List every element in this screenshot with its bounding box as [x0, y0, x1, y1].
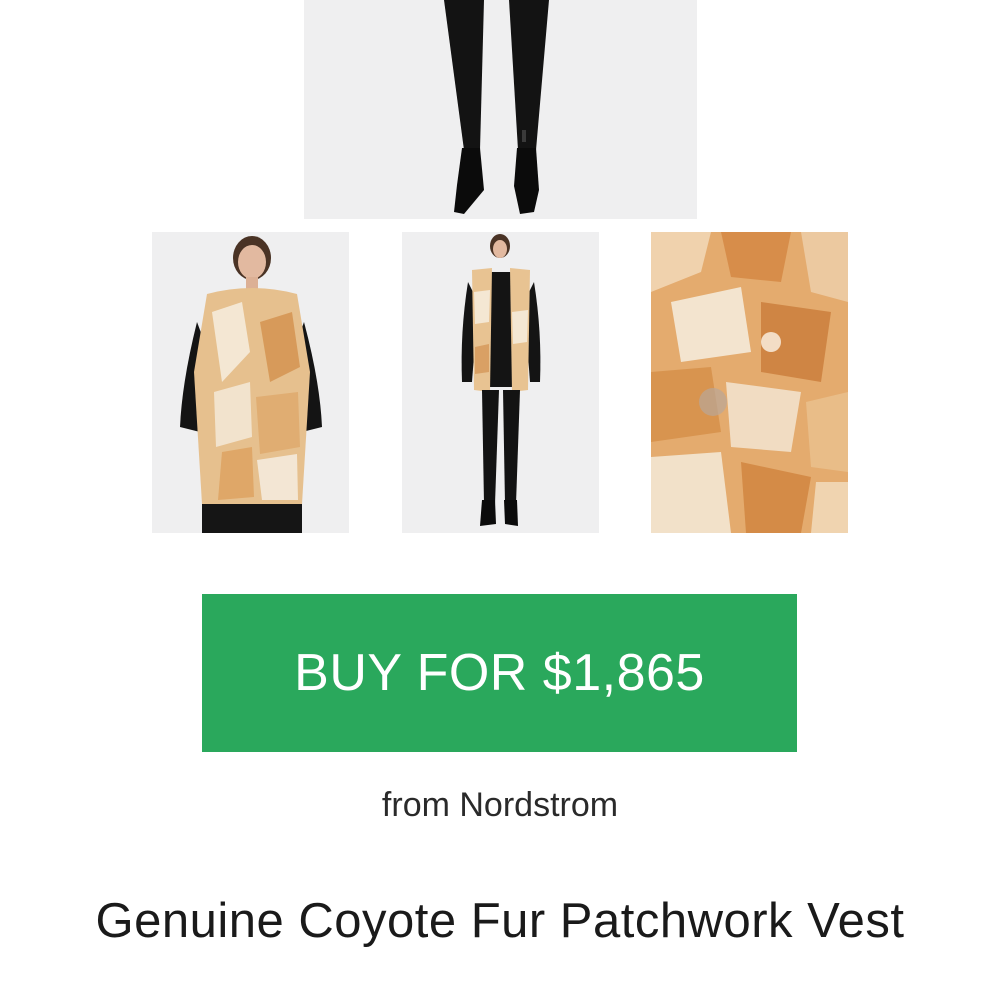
- thumbnail-model-front-graphic: [152, 232, 349, 533]
- buy-button[interactable]: BUY FOR $1,865: [202, 594, 797, 752]
- thumbnail-model-full-length-graphic: [402, 232, 599, 533]
- product-title: Genuine Coyote Fur Patchwork Vest: [95, 894, 905, 948]
- thumbnail-model-full-length[interactable]: [402, 232, 599, 533]
- buy-button-label: BUY FOR $1,865: [294, 644, 705, 702]
- thumbnail-model-front[interactable]: [152, 232, 349, 533]
- main-product-image-graphic: [304, 0, 697, 219]
- thumbnail-fur-texture[interactable]: [651, 232, 848, 533]
- product-page: BUY FOR $1,865 from Nordstrom Genuine Co…: [0, 0, 1000, 1000]
- main-product-image[interactable]: [304, 0, 697, 219]
- retailer-text: from Nordstrom: [381, 786, 619, 824]
- thumbnail-fur-texture-graphic: [651, 232, 848, 533]
